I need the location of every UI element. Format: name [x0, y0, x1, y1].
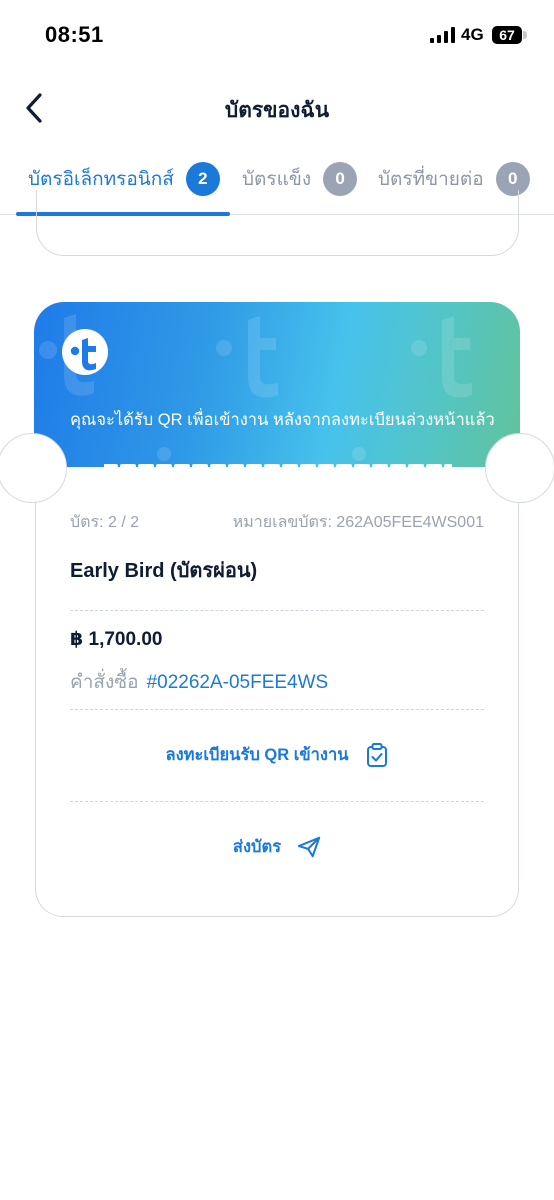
network-label: 4G: [461, 25, 484, 44]
ticket-number: หมายเลขบัตร: 262A05FEE4WS001: [232, 514, 484, 531]
register-qr-label: ลงทะเบียนรับ QR เข้างาน: [165, 746, 349, 764]
ticket-header: คุณจะได้รับ QR เพื่อเข้างาน หลังจากลงทะเ…: [34, 302, 520, 467]
ticket-count: บัตร: 2 / 2: [70, 514, 140, 531]
brand-pattern-icon: [39, 314, 472, 461]
status-bar: 08:51 4G 67: [0, 0, 554, 70]
battery-icon: 67: [492, 26, 528, 44]
signal-icon: [430, 27, 455, 43]
previous-ticket-card[interactable]: [36, 190, 519, 256]
status-time: 08:51: [45, 22, 104, 47]
register-qr-button[interactable]: ลงทะเบียนรับ QR เข้างาน: [34, 742, 520, 768]
send-icon: [297, 835, 321, 859]
battery-level: 67: [499, 27, 515, 43]
ticket-notch-left: [0, 433, 67, 503]
clipboard-check-icon: [365, 743, 389, 767]
ticketier-logo-icon: [62, 329, 108, 375]
order-label: คำสั่งซื้อ: [70, 672, 139, 693]
ticket-type: Early Bird (บัตรผ่อน): [70, 560, 258, 582]
page-title: บัตรของฉัน: [224, 99, 330, 122]
ticket-notch-right: [485, 433, 554, 503]
divider: [70, 801, 484, 802]
order-row: คำสั่งซื้อ #02262A-05FEE4WS: [70, 667, 328, 697]
divider: [70, 709, 484, 710]
send-ticket-label: ส่งบัตร: [232, 838, 282, 856]
ticket-card: คุณจะได้รับ QR เพื่อเข้างาน หลังจากลงทะเ…: [0, 302, 554, 917]
send-ticket-button[interactable]: ส่งบัตร: [34, 834, 520, 860]
ticket-perforation: [104, 464, 452, 468]
order-id-link[interactable]: #02262A-05FEE4WS: [147, 672, 329, 693]
qr-notice-text: คุณจะได้รับ QR เพื่อเข้างาน หลังจากลงทะเ…: [70, 411, 495, 429]
divider: [70, 610, 484, 611]
ticket-price: ฿ 1,700.00: [70, 629, 163, 650]
header: บัตรของฉัน: [0, 70, 554, 145]
